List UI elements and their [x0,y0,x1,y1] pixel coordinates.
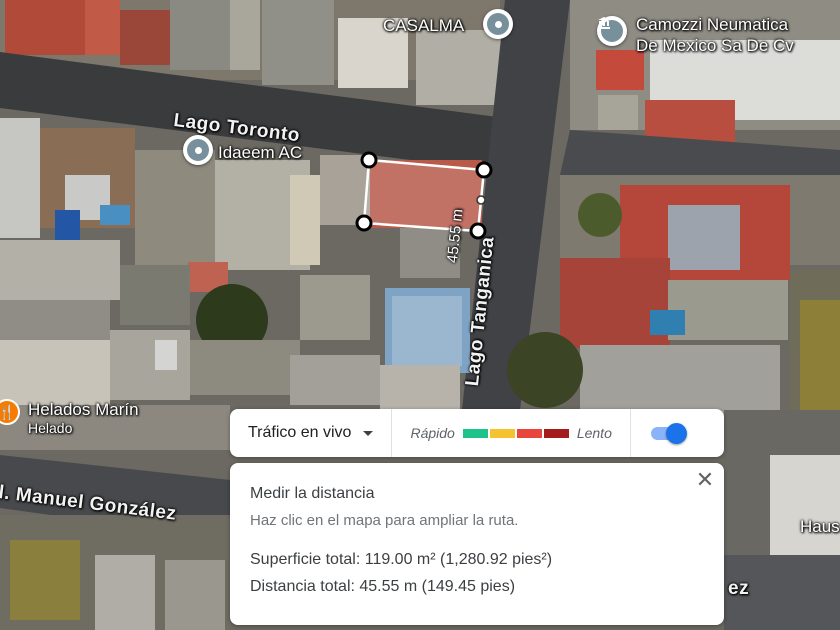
bank-glyph [598,17,610,29]
measured-area [362,158,486,233]
traffic-swatch-very-slow [543,428,569,438]
traffic-fast-label: Rápido [410,425,455,441]
traffic-swatch-moderate [489,428,515,438]
measure-distance-card: ✕ Medir la distancia Haz clic en el mapa… [230,463,724,625]
traffic-dropdown[interactable]: Tráfico en vivo [230,409,393,457]
measure-total-distance: Distancia total: 45.55 m (149.45 pies) [250,578,516,595]
traffic-dropdown-label: Tráfico en vivo [248,424,352,441]
traffic-bar: Tráfico en vivo Rápido Lento [230,409,724,457]
toggle-knob [665,423,687,444]
bank-icon[interactable] [597,16,627,46]
street-label-partial: ez [728,578,750,599]
place-label-idaeem[interactable]: Idaeem AC [218,143,302,163]
place-label-haus[interactable]: Haus [800,517,840,537]
place-pin-icon[interactable] [483,9,513,39]
measure-vertex[interactable] [360,151,378,169]
chevron-down-icon [363,430,374,436]
place-category-helados: Helado [28,420,73,436]
measure-vertex[interactable] [475,161,493,179]
traffic-swatch-fast [462,428,488,438]
place-label-camozzi-1[interactable]: Camozzi Neumatica [636,15,788,35]
measure-midpoint[interactable] [476,195,486,205]
traffic-swatch-slow [516,428,542,438]
measure-total-area: Superficie total: 119.00 m² (1,280.92 pi… [250,551,553,568]
place-label-casalma[interactable]: CASALMA [383,16,464,36]
close-icon[interactable]: ✕ [692,467,718,493]
place-label-camozzi-2[interactable]: De Mexico Sa De Cv [636,36,794,56]
traffic-toggle[interactable] [649,421,689,445]
measure-title: Medir la distancia [250,485,375,502]
traffic-legend: Rápido Lento [392,409,631,457]
place-label-helados[interactable]: Helados Marín [28,400,139,420]
traffic-slow-label: Lento [576,425,612,441]
place-pin-icon[interactable] [183,135,213,165]
measure-hint: Haz clic en el mapa para ampliar la ruta… [250,512,519,529]
measure-vertex[interactable] [355,214,373,232]
